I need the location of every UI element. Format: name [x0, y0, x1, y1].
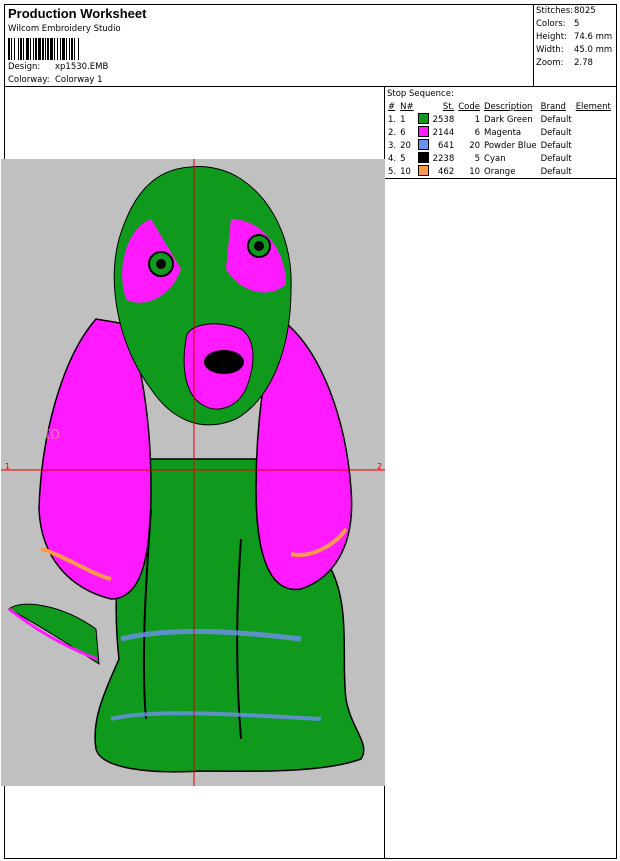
design-value: xp1530.EMB: [55, 62, 109, 72]
barcode: [8, 38, 132, 60]
color-swatch-icon: [417, 113, 429, 124]
stats-panel: Stitches:8025 Colors: 5 Height: 74.6 mm Wi…: [534, 5, 617, 87]
colorway-row: Colorway: Colorway 1: [8, 75, 103, 85]
row-description: Magenta: [484, 127, 522, 138]
axis-label-right: 2: [377, 462, 382, 471]
axis-label-left: 1: [5, 462, 10, 471]
row-description: Cyan: [484, 153, 506, 164]
colorway-label: Colorway:: [8, 75, 50, 85]
row-color-swatch: [416, 152, 431, 165]
table-row: 3. 20 641 20 Powder Blue Default: [386, 139, 613, 152]
table-row: 4. 5 2238 5 Cyan Default: [386, 152, 613, 165]
table-row: 5. 10 462 10 Orange Default: [386, 165, 613, 178]
row-element: [574, 139, 613, 152]
row-index: 1.: [388, 114, 397, 125]
design-label: Design:: [8, 62, 41, 72]
row-stitches: 2538: [432, 114, 455, 125]
software-name: Wilcom Embroidery Studio: [8, 24, 121, 34]
col-code: Code: [458, 102, 481, 112]
stat-zoom: Zoom: 2.78: [536, 58, 593, 68]
col-brand: Brand: [540, 102, 566, 112]
row-color-swatch: [416, 165, 431, 178]
stop-sequence-title: Stop Sequence:: [387, 89, 454, 99]
stat-colors: Colors: 5: [536, 19, 580, 29]
col-stitches: St.: [442, 102, 455, 112]
row-description: Powder Blue: [484, 140, 537, 151]
col-color: [416, 101, 431, 113]
row-element: [574, 152, 613, 165]
design-nose: [204, 350, 244, 374]
row-stitches: 2238: [432, 153, 455, 164]
stat-height: Height: 74.6 mm: [536, 32, 613, 42]
row-description: Dark Green: [484, 114, 533, 125]
embroidery-design: 1 2: [1, 159, 385, 786]
table-row: 2. 6 2144 6 Magenta Default: [386, 126, 613, 139]
stop-sequence-panel: Stop Sequence: # N# St. Code Description…: [385, 87, 617, 179]
row-element: [574, 126, 613, 139]
row-code: 20: [469, 140, 481, 151]
row-brand: Default: [540, 166, 572, 177]
row-needle: 5: [400, 153, 406, 164]
row-code: 6: [474, 127, 481, 138]
row-stitches: 2144: [432, 127, 455, 138]
row-color-swatch: [416, 139, 431, 152]
row-index: 4.: [388, 153, 397, 164]
design-row: Design: xp1530.EMB: [8, 62, 108, 72]
col-index: #: [388, 102, 396, 112]
row-element: [574, 165, 613, 178]
row-description: Orange: [484, 166, 516, 177]
color-swatch-icon: [417, 152, 429, 163]
row-needle: 6: [400, 127, 406, 138]
row-needle: 20: [400, 140, 411, 151]
row-brand: Default: [540, 153, 572, 164]
design-preview: 1 2 to: [1, 87, 385, 858]
table-row: 1. 1 2538 1 Dark Green Default: [386, 113, 613, 126]
stop-sequence-table: # N# St. Code Description Brand Element …: [386, 101, 613, 178]
row-color-swatch: [416, 113, 431, 126]
row-stitches: 462: [438, 166, 455, 177]
row-code: 1: [474, 114, 481, 125]
row-code: 10: [469, 166, 481, 177]
row-index: 5.: [388, 166, 397, 177]
row-index: 2.: [388, 127, 397, 138]
worksheet: Production Worksheet Wilcom Embroidery S…: [1, 4, 617, 859]
row-code: 5: [474, 153, 481, 164]
stat-width: Width: 45.0 mm: [536, 45, 613, 55]
col-needle: N#: [400, 102, 414, 112]
stop-table-header: # N# St. Code Description Brand Element: [386, 101, 613, 113]
color-swatch-icon: [417, 139, 429, 150]
col-description: Description: [484, 102, 533, 112]
stat-stitches: Stitches:8025: [536, 6, 596, 16]
row-index: 3.: [388, 140, 397, 151]
row-brand: Default: [540, 127, 572, 138]
header-info: Production Worksheet Wilcom Embroidery S…: [5, 5, 534, 87]
row-color-swatch: [416, 126, 431, 139]
row-needle: 10: [400, 166, 411, 177]
page-title: Production Worksheet: [8, 6, 147, 21]
row-needle: 1: [400, 114, 406, 125]
row-brand: Default: [540, 114, 572, 125]
row-element: [574, 113, 613, 126]
color-swatch-icon: [417, 126, 429, 137]
color-swatch-icon: [417, 165, 429, 176]
row-stitches: 641: [438, 140, 455, 151]
barcode-bar: [79, 38, 81, 60]
col-element: Element: [575, 102, 611, 112]
row-brand: Default: [540, 140, 572, 151]
colorway-value: Colorway 1: [55, 75, 103, 85]
watermark-text: to: [45, 423, 61, 443]
